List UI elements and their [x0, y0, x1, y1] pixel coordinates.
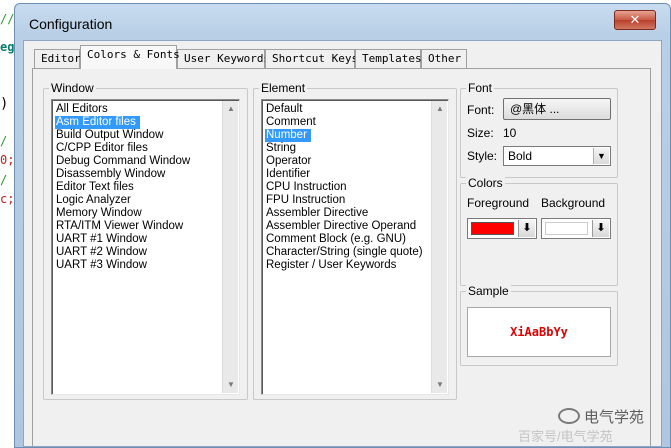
code-fragment: c; [0, 192, 15, 206]
window-list-item[interactable]: UART #1 Window [55, 233, 151, 246]
font-group-label: Font [466, 81, 495, 95]
foreground-swatch [471, 222, 514, 235]
tab-editor[interactable]: Editor [34, 49, 81, 68]
size-label: Size: [467, 126, 494, 140]
watermark: 电气学苑 百家号/电气学苑 [518, 404, 668, 444]
colors-group: Colors Foreground Background ⬇ ⬇ [460, 176, 618, 286]
configuration-dialog: Configuration ✕ Editor Colors & Fonts Us… [14, 3, 671, 448]
title-bar[interactable]: Configuration ✕ [15, 4, 670, 40]
up-arrow-icon[interactable]: ▲ [223, 101, 239, 117]
window-list-item[interactable]: Editor Text files [55, 181, 138, 194]
element-list-item[interactable]: Register / User Keywords [265, 259, 400, 272]
font-label: Font: [467, 103, 495, 117]
dialog-title: Configuration [29, 16, 113, 32]
sample-group: Sample XiAaBbYy [460, 284, 618, 366]
background-label: Background [541, 196, 606, 210]
sample-preview: XiAaBbYy [467, 307, 611, 357]
code-fragment: / [0, 134, 8, 148]
element-list-scrollbar[interactable]: ▲ ▼ [431, 101, 447, 393]
element-list-item[interactable]: Assembler Directive [265, 207, 372, 220]
dropdown-arrow-icon[interactable]: ⬇ [592, 220, 609, 237]
code-fragment: 0; [0, 153, 15, 167]
element-list-item[interactable]: Comment [265, 116, 320, 129]
element-list-item[interactable]: Comment Block (e.g. GNU) [265, 233, 410, 246]
background-swatch [545, 222, 588, 235]
window-list-scrollbar[interactable]: ▲ ▼ [222, 101, 238, 393]
down-arrow-icon[interactable]: ▼ [223, 377, 239, 393]
wechat-icon [558, 408, 580, 424]
element-list-item[interactable]: Default [265, 103, 306, 116]
chevron-down-icon[interactable]: ▼ [593, 148, 609, 164]
window-list-item[interactable]: Disassembly Window [55, 168, 169, 181]
window-list-item[interactable]: Build Output Window [55, 129, 167, 142]
sample-group-label: Sample [466, 284, 511, 298]
tab-colors-fonts[interactable]: Colors & Fonts [80, 45, 180, 69]
window-listbox[interactable]: All Editors Asm Editor files Build Output … [51, 99, 240, 395]
style-value: Bold [508, 149, 533, 163]
background-color-picker[interactable]: ⬇ [541, 218, 611, 239]
window-group: Window All Editors Asm Editor files Build … [43, 81, 248, 400]
dropdown-arrow-icon[interactable]: ⬇ [518, 220, 535, 237]
window-list-item[interactable]: Asm Editor files [55, 116, 140, 129]
window-list-item[interactable]: UART #3 Window [55, 259, 151, 272]
watermark-text: 电气学苑 [584, 409, 645, 426]
foreground-label: Foreground [467, 196, 530, 210]
code-fragment: // [0, 12, 15, 26]
element-group: Element Default Comment Number String Operat… [253, 81, 457, 400]
tab-shortcut-keys[interactable]: Shortcut Keys [265, 49, 358, 68]
window-list-item[interactable]: Debug Command Window [55, 155, 194, 168]
window-list-item[interactable]: C/CPP Editor files [55, 142, 152, 155]
window-list-item[interactable]: Memory Window [55, 207, 146, 220]
colors-fonts-panel: Window All Editors Asm Editor files Build … [32, 68, 651, 446]
element-list-item[interactable]: String [265, 142, 300, 155]
tab-user-keywords[interactable]: User Keywords [177, 49, 270, 68]
style-label: Style: [467, 149, 498, 163]
window-list-item[interactable]: UART #2 Window [55, 246, 151, 259]
element-list-item[interactable]: CPU Instruction [265, 181, 351, 194]
watermark-subtext: 百家号/电气学苑 [518, 429, 613, 444]
window-list-item[interactable]: Logic Analyzer [55, 194, 135, 207]
close-button[interactable]: ✕ [614, 10, 656, 30]
element-list-item[interactable]: Assembler Directive Operand [265, 220, 420, 233]
element-list-item[interactable]: Identifier [265, 168, 314, 181]
dialog-client-area: Editor Colors & Fonts User Keywords Shor… [23, 40, 662, 447]
element-list-item[interactable]: FPU Instruction [265, 194, 349, 207]
window-list-item[interactable]: All Editors [55, 103, 112, 116]
up-arrow-icon[interactable]: ▲ [432, 101, 448, 117]
colors-group-label: Colors [466, 176, 505, 190]
element-list-item[interactable]: Operator [265, 155, 315, 168]
code-fragment: / [0, 173, 8, 187]
foreground-color-picker[interactable]: ⬇ [467, 218, 537, 239]
font-select-button[interactable]: @黑体 ... [503, 98, 611, 120]
element-list-item[interactable]: Number [265, 129, 311, 142]
window-group-label: Window [49, 81, 96, 95]
down-arrow-icon[interactable]: ▼ [432, 377, 448, 393]
window-list-item[interactable]: RTA/ITM Viewer Window [55, 220, 187, 233]
tab-other[interactable]: Other [421, 49, 467, 68]
font-group: Font Font: @黑体 ... Size: 10 Style: Bold … [460, 81, 618, 178]
style-dropdown[interactable]: Bold ▼ [503, 146, 611, 166]
element-list-item[interactable]: Character/String (single quote) [265, 246, 427, 259]
element-group-label: Element [259, 81, 308, 95]
size-value: 10 [503, 126, 517, 140]
tab-templates[interactable]: Templates [355, 49, 422, 68]
element-listbox[interactable]: Default Comment Number String Operator Identi… [261, 99, 449, 395]
code-fragment: ) [0, 96, 9, 112]
